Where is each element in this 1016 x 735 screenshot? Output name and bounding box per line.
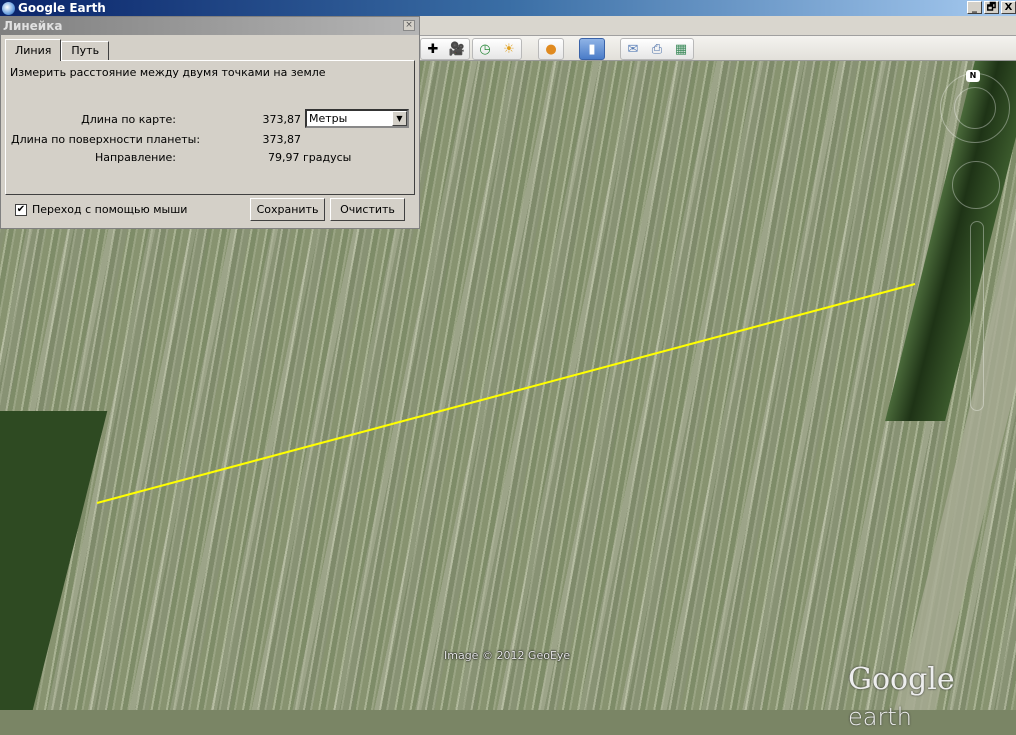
ruler-line [96, 283, 916, 504]
dialog-close-button[interactable]: × [403, 20, 415, 31]
chevron-down-icon[interactable]: ▼ [392, 111, 407, 126]
tab-path[interactable]: Путь [61, 41, 110, 61]
google-earth-logo: Google earth [848, 662, 955, 731]
heading-value: 79,97 градусы [268, 151, 352, 164]
tab-line[interactable]: Линия [5, 39, 62, 61]
description: Измерить расстояние между двумя точками … [10, 66, 326, 79]
clear-button[interactable]: Очистить [330, 198, 405, 221]
map-length-value: 373,87 [262, 113, 302, 126]
unit-select[interactable]: Метры ▼ [305, 109, 409, 128]
ruler-dialog: Линейка × Линия Путь Измерить расстояние… [0, 16, 420, 229]
save-button[interactable]: Сохранить [250, 198, 325, 221]
mouse-navigation-checkbox[interactable]: ✔ [15, 204, 27, 216]
tab-panel: Измерить расстояние между двумя точками … [5, 60, 415, 195]
dialog-title: Линейка [1, 17, 419, 35]
map-length-label: Длина по карте: [81, 113, 176, 126]
imagery-credit: Image © 2012 GeoEye [444, 649, 571, 662]
surface-length-value: 373,87 [262, 133, 302, 146]
surface-length-label: Длина по поверхности планеты: [11, 133, 201, 146]
mouse-navigation-label: Переход с помощью мыши [32, 203, 188, 216]
heading-label: Направление: [94, 151, 176, 164]
